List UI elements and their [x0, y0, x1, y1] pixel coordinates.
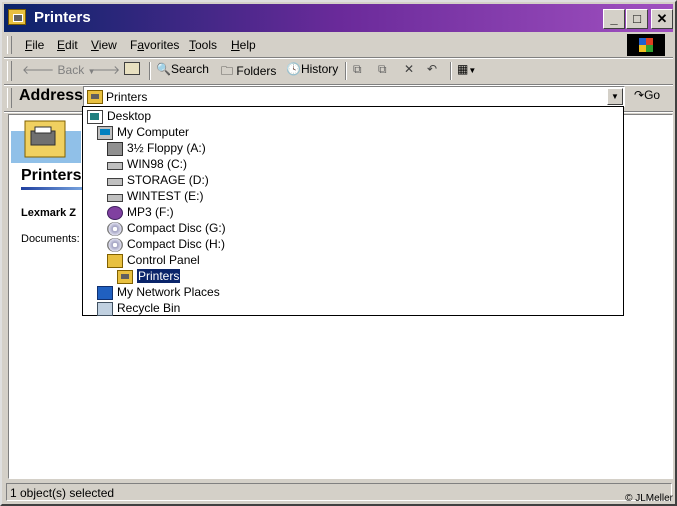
tree-item-printers[interactable]: Printers: [117, 268, 182, 285]
printers-folder-large-icon: [11, 120, 81, 163]
toolbar-grip[interactable]: [7, 61, 12, 81]
tree-item-mp3-f[interactable]: MP3 (F:): [107, 205, 174, 221]
windows-logo-icon: [627, 34, 665, 56]
back-button[interactable]: 🡐 Back ▼: [22, 62, 95, 77]
floppy-drive-icon: [107, 141, 123, 156]
up-folder-button[interactable]: [124, 62, 140, 78]
address-label: Address: [19, 87, 84, 104]
menu-file[interactable]: File: [25, 38, 44, 52]
delete-icon: ✕: [404, 62, 415, 76]
tree-item-network-places[interactable]: My Network Places: [97, 285, 220, 301]
move-to-button[interactable]: ⧉: [353, 62, 362, 77]
tree-item-cd-g[interactable]: Compact Disc (G:): [107, 221, 226, 237]
hard-drive-icon: [107, 162, 123, 171]
toolbar-separator: [345, 62, 347, 80]
copy-to-icon: ⧉: [378, 62, 387, 76]
printers-folder-icon: [117, 269, 133, 284]
address-dropdown-button[interactable]: ▼: [607, 88, 623, 105]
folders-icon: 🗀: [221, 64, 234, 78]
history-icon: 🕓: [286, 62, 301, 76]
go-arrow-icon: ↷: [634, 88, 645, 102]
menu-help[interactable]: Help: [231, 38, 256, 52]
forward-arrow-icon: 🡒: [88, 63, 121, 77]
desktop-icon: [87, 109, 103, 124]
toolbar-separator: [149, 62, 151, 80]
close-button[interactable]: ✕: [651, 9, 673, 29]
address-combobox[interactable]: Printers ▼: [83, 86, 625, 107]
go-button[interactable]: ↷Go: [634, 88, 660, 102]
status-text: 1 object(s) selected: [10, 486, 115, 500]
up-folder-icon: [124, 62, 140, 75]
window-title: Printers: [34, 9, 91, 26]
folders-button[interactable]: 🗀 Folders: [221, 62, 276, 83]
printers-folder-icon: [8, 9, 26, 25]
explorer-window: Printers _ □ ✕ File Edit View Favorites …: [0, 0, 677, 506]
copy-to-button[interactable]: ⧉: [378, 62, 387, 77]
pane-title: Printers: [21, 167, 82, 184]
copyright-watermark: © JLMeller: [625, 493, 673, 504]
menu-bar: File Edit View Favorites Tools Help: [4, 33, 673, 58]
chevron-down-icon: ▼: [611, 92, 619, 101]
menu-edit[interactable]: Edit: [57, 38, 78, 52]
address-dropdown-list: Desktop My Computer 3½ Floppy (A:) WIN98…: [82, 106, 624, 316]
minimize-button[interactable]: _: [603, 9, 625, 29]
delete-button[interactable]: ✕: [404, 62, 414, 76]
status-bar: 1 object(s) selected: [6, 483, 672, 501]
cd-drive-icon: [107, 237, 123, 252]
selected-printer-name: Lexmark Z: [21, 207, 77, 219]
hard-drive-icon: [107, 178, 123, 187]
undo-button[interactable]: ↶: [427, 62, 437, 76]
history-button[interactable]: 🕓History: [286, 62, 338, 76]
my-computer-icon: [97, 125, 113, 140]
standard-toolbar: 🡐 Back ▼ 🡒 ▼ 🔍Search 🗀 Folders 🕓History …: [4, 58, 673, 85]
chevron-down-icon: ▼: [468, 66, 477, 75]
tree-item-floppy-a[interactable]: 3½ Floppy (A:): [107, 141, 206, 157]
network-places-icon: [97, 285, 113, 300]
tree-item-wintest-e[interactable]: WINTEST (E:): [107, 189, 203, 205]
menu-bar-grip[interactable]: [7, 36, 12, 54]
search-icon: 🔍: [156, 62, 171, 76]
search-button[interactable]: 🔍Search: [156, 62, 209, 76]
tree-item-storage-d[interactable]: STORAGE (D:): [107, 173, 209, 189]
tree-item-win98-c[interactable]: WIN98 (C:): [107, 157, 187, 173]
menu-favorites[interactable]: Favorites: [130, 38, 179, 52]
views-button[interactable]: ▦▼: [457, 62, 476, 76]
menu-view[interactable]: View: [91, 38, 117, 52]
views-icon: ▦: [457, 62, 469, 76]
cd-drive-icon: [107, 221, 123, 236]
address-bar-grip[interactable]: [7, 88, 12, 108]
tree-item-desktop[interactable]: Desktop: [87, 109, 151, 125]
tree-item-control-panel[interactable]: Control Panel: [107, 253, 200, 269]
tree-item-my-computer[interactable]: My Computer: [97, 125, 189, 141]
hard-drive-icon: [107, 194, 123, 203]
maximize-button[interactable]: □: [626, 9, 648, 29]
control-panel-icon: [107, 253, 123, 268]
recycle-bin-icon: [97, 301, 113, 316]
tree-item-recycle-bin[interactable]: Recycle Bin: [97, 301, 180, 317]
menu-tools[interactable]: Tools: [189, 38, 217, 52]
printer-documents-info: Documents: (: [21, 233, 87, 245]
toolbar-separator: [450, 62, 452, 80]
back-arrow-icon: 🡐: [22, 63, 55, 77]
undo-icon: ↶: [427, 62, 438, 76]
mp3-drive-icon: [107, 205, 123, 220]
tree-item-cd-h[interactable]: Compact Disc (H:): [107, 237, 225, 253]
move-to-icon: ⧉: [353, 62, 362, 76]
title-bar[interactable]: Printers _ □ ✕: [4, 4, 673, 32]
printers-folder-icon: [87, 90, 103, 104]
address-value: Printers: [106, 90, 148, 104]
